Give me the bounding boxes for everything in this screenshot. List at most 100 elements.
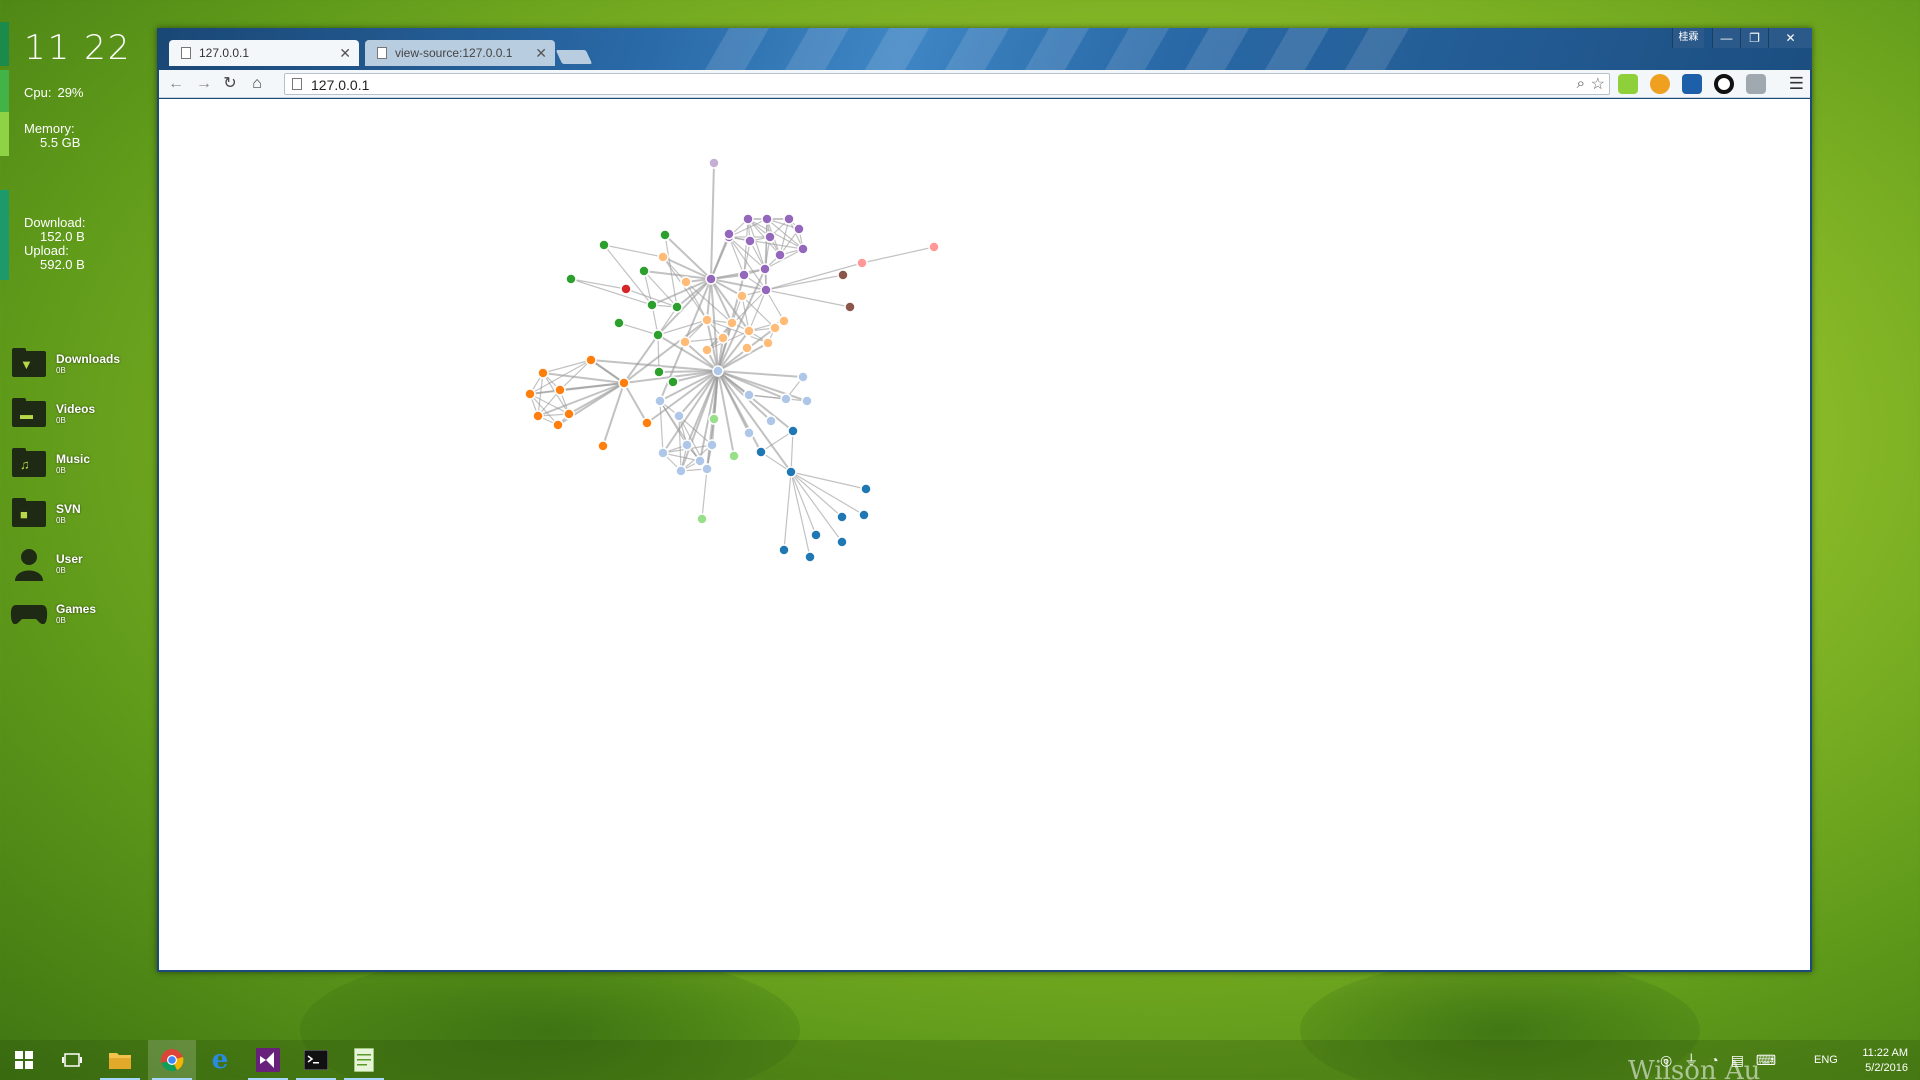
- graph-node[interactable]: [638, 265, 650, 277]
- graph-node[interactable]: [793, 223, 805, 235]
- tab-localhost[interactable]: 127.0.0.1 ✕: [169, 40, 359, 66]
- language-indicator[interactable]: ENG: [1814, 1040, 1838, 1080]
- graph-node[interactable]: [860, 483, 872, 495]
- graph-node[interactable]: [705, 273, 717, 285]
- graph-node[interactable]: [646, 299, 658, 311]
- graph-node[interactable]: [717, 332, 729, 344]
- graph-node[interactable]: [652, 329, 664, 341]
- graph-node[interactable]: [659, 229, 671, 241]
- graph-node[interactable]: [708, 413, 720, 425]
- bookmark-star-icon[interactable]: ☆: [1591, 74, 1605, 94]
- reload-icon[interactable]: ↻: [219, 74, 241, 94]
- graph-node[interactable]: [726, 317, 738, 329]
- graph-node[interactable]: [785, 466, 797, 478]
- home-icon[interactable]: ⌂: [246, 74, 268, 94]
- visual-studio-button[interactable]: [244, 1040, 292, 1080]
- graph-node[interactable]: [565, 273, 577, 285]
- graph-node[interactable]: [667, 376, 679, 388]
- forward-icon[interactable]: →: [193, 74, 215, 94]
- graph-node[interactable]: [764, 231, 776, 243]
- graph-node[interactable]: [671, 301, 683, 313]
- graph-node[interactable]: [681, 439, 693, 451]
- graph-node[interactable]: [774, 249, 786, 261]
- graph-node[interactable]: [743, 325, 755, 337]
- user-profile-badge[interactable]: 桂霖: [1672, 28, 1704, 48]
- graph-node[interactable]: [706, 439, 718, 451]
- graph-node[interactable]: [738, 269, 750, 281]
- graph-node[interactable]: [532, 410, 544, 422]
- graph-node[interactable]: [728, 450, 740, 462]
- graph-node[interactable]: [657, 251, 669, 263]
- graph-node[interactable]: [741, 342, 753, 354]
- graph-node[interactable]: [762, 337, 774, 349]
- new-tab-button[interactable]: [555, 50, 593, 64]
- graph-node[interactable]: [701, 344, 713, 356]
- back-icon[interactable]: ←: [165, 74, 187, 94]
- graph-node[interactable]: [680, 276, 692, 288]
- graph-node[interactable]: [743, 427, 755, 439]
- graph-node[interactable]: [759, 263, 771, 275]
- graph-node[interactable]: [524, 388, 536, 400]
- task-view-button[interactable]: [48, 1040, 96, 1080]
- graph-node[interactable]: [755, 446, 767, 458]
- graph-node[interactable]: [613, 317, 625, 329]
- graph-node[interactable]: [552, 419, 564, 431]
- graph-node[interactable]: [797, 371, 809, 383]
- graph-node[interactable]: [742, 213, 754, 225]
- chrome-button[interactable]: [148, 1040, 196, 1080]
- graph-node[interactable]: [783, 213, 795, 225]
- graph-node[interactable]: [743, 389, 755, 401]
- graph-node[interactable]: [928, 241, 940, 253]
- graph-node[interactable]: [837, 269, 849, 281]
- graph-node[interactable]: [654, 395, 666, 407]
- shortcut-music[interactable]: ♫ Music 0B: [10, 442, 130, 484]
- graph-node[interactable]: [679, 336, 691, 348]
- extension-icon[interactable]: [1650, 74, 1670, 94]
- tab-view-source[interactable]: view-source:127.0.0.1 ✕: [365, 40, 555, 66]
- graph-node[interactable]: [780, 393, 792, 405]
- graph-node[interactable]: [701, 463, 713, 475]
- graph-node[interactable]: [641, 417, 653, 429]
- maximize-icon[interactable]: ❐: [1740, 28, 1768, 48]
- graph-node[interactable]: [620, 283, 632, 295]
- graph-node[interactable]: [563, 408, 575, 420]
- graph-node[interactable]: [765, 415, 777, 427]
- force-graph[interactable]: [159, 99, 1810, 970]
- extension-icon[interactable]: [1746, 74, 1766, 94]
- graph-node[interactable]: [844, 301, 856, 313]
- graph-node[interactable]: [760, 284, 772, 296]
- graph-node[interactable]: [618, 377, 630, 389]
- shortcut-games[interactable]: Games 0B: [10, 592, 130, 634]
- file-explorer-button[interactable]: [96, 1040, 144, 1080]
- graph-node[interactable]: [723, 228, 735, 240]
- graph-node[interactable]: [778, 544, 790, 556]
- shortcut-videos[interactable]: ▬ Videos 0B: [10, 392, 130, 434]
- graph-node[interactable]: [797, 243, 809, 255]
- graph-node[interactable]: [712, 365, 724, 377]
- extension-icon[interactable]: [1682, 74, 1702, 94]
- graph-node[interactable]: [744, 235, 756, 247]
- taskbar-clock[interactable]: 11:22 AM 5/2/2016: [1850, 1040, 1908, 1080]
- graph-node[interactable]: [801, 395, 813, 407]
- close-tab-icon[interactable]: ✕: [339, 45, 351, 62]
- graph-node[interactable]: [554, 384, 566, 396]
- graph-node[interactable]: [769, 322, 781, 334]
- graph-node[interactable]: [653, 366, 665, 378]
- start-button[interactable]: [0, 1040, 48, 1080]
- graph-node[interactable]: [598, 239, 610, 251]
- graph-node[interactable]: [858, 509, 870, 521]
- graph-node[interactable]: [761, 213, 773, 225]
- graph-node[interactable]: [836, 536, 848, 548]
- extension-icon[interactable]: [1714, 74, 1734, 94]
- extension-icon[interactable]: [1618, 74, 1638, 94]
- graph-node[interactable]: [778, 315, 790, 327]
- graph-node[interactable]: [736, 290, 748, 302]
- graph-node[interactable]: [787, 425, 799, 437]
- graph-node[interactable]: [701, 314, 713, 326]
- graph-node[interactable]: [810, 529, 822, 541]
- close-window-icon[interactable]: ✕: [1768, 28, 1812, 48]
- edge-button[interactable]: e: [196, 1040, 244, 1080]
- close-tab-icon[interactable]: ✕: [535, 45, 547, 62]
- graph-node[interactable]: [673, 410, 685, 422]
- browser-titlebar[interactable]: 127.0.0.1 ✕ view-source:127.0.0.1 ✕ 桂霖 —…: [157, 28, 1812, 70]
